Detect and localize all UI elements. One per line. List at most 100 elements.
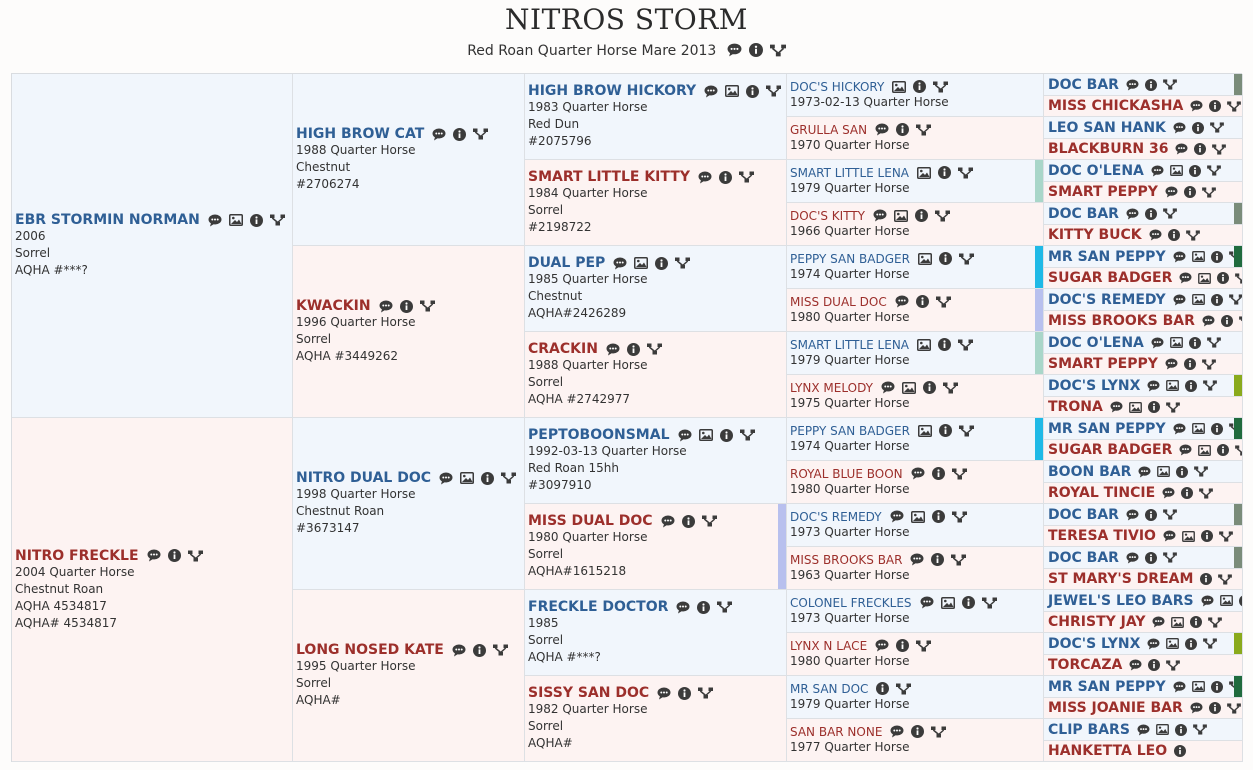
comment-icon[interactable]: [873, 209, 887, 222]
comment-icon[interactable]: [1173, 422, 1186, 435]
photo-icon[interactable]: [1169, 337, 1183, 348]
info-icon[interactable]: [681, 514, 695, 528]
pedigree-icon[interactable]: [1210, 122, 1224, 133]
photo-icon[interactable]: [1198, 444, 1212, 456]
comment-icon[interactable]: [895, 295, 909, 308]
info-icon[interactable]: [746, 84, 760, 98]
horse-name-link[interactable]: FRECKLE DOCTOR: [528, 599, 668, 615]
pedigree-icon[interactable]: [738, 171, 754, 183]
comment-icon[interactable]: [439, 472, 453, 485]
info-icon[interactable]: [938, 252, 952, 265]
comment-icon[interactable]: [890, 725, 904, 738]
photo-icon[interactable]: [917, 424, 932, 437]
horse-name-link[interactable]: ROYAL BLUE BOON: [790, 467, 903, 481]
horse-name-link[interactable]: DOC'S HICKORY: [790, 80, 884, 94]
info-icon[interactable]: [1209, 100, 1222, 112]
pedigree-icon[interactable]: [1166, 659, 1181, 671]
pedigree-icon[interactable]: [981, 597, 997, 609]
photo-icon[interactable]: [917, 338, 931, 351]
pedigree-icon[interactable]: [951, 468, 967, 480]
comment-icon[interactable]: [1179, 444, 1192, 456]
photo-icon[interactable]: [228, 214, 243, 226]
comment-icon[interactable]: [920, 596, 934, 609]
horse-name-link[interactable]: PEPPY SAN BADGER: [790, 424, 910, 438]
comment-icon[interactable]: [678, 429, 692, 442]
horse-name-link[interactable]: SUGAR BADGER: [1048, 442, 1172, 458]
horse-name-link[interactable]: MR SAN PEPPY: [1048, 421, 1166, 437]
photo-icon[interactable]: [1198, 272, 1212, 284]
info-icon[interactable]: [931, 553, 945, 566]
horse-name-link[interactable]: SMART LITTLE LENA: [790, 338, 909, 352]
comment-icon[interactable]: [727, 43, 742, 57]
horse-name-link[interactable]: LEO SAN HANK: [1048, 120, 1166, 136]
comment-icon[interactable]: [881, 381, 895, 394]
info-icon[interactable]: [1144, 508, 1157, 521]
photo-icon[interactable]: [910, 510, 925, 523]
info-icon[interactable]: [1147, 401, 1160, 413]
info-icon[interactable]: [1176, 465, 1189, 478]
pedigree-icon[interactable]: [1185, 229, 1200, 241]
pedigree-icon[interactable]: [1163, 552, 1177, 563]
info-icon[interactable]: [481, 471, 495, 485]
info-icon[interactable]: [249, 213, 263, 227]
horse-name-link[interactable]: HIGH BROW HICKORY: [528, 83, 696, 99]
pedigree-icon[interactable]: [1202, 358, 1216, 370]
horse-name-link[interactable]: DOC'S REMEDY: [1048, 292, 1166, 308]
info-icon[interactable]: [399, 299, 413, 313]
photo-icon[interactable]: [1191, 251, 1205, 262]
info-icon[interactable]: [1188, 164, 1201, 177]
photo-icon[interactable]: [725, 85, 740, 97]
pedigree-icon[interactable]: [896, 683, 912, 695]
horse-name-link[interactable]: HANKETTA LEO: [1048, 743, 1167, 759]
info-icon[interactable]: [718, 170, 732, 184]
horse-name-link[interactable]: DOC BAR: [1048, 77, 1119, 93]
info-icon[interactable]: [1174, 745, 1187, 757]
horse-name-link[interactable]: ROYAL TINCIE: [1048, 485, 1155, 501]
pedigree-icon[interactable]: [1193, 724, 1207, 735]
pedigree-icon[interactable]: [1202, 186, 1216, 198]
pedigree-icon[interactable]: [1194, 466, 1209, 477]
info-icon[interactable]: [453, 127, 467, 141]
pedigree-icon[interactable]: [492, 644, 508, 656]
pedigree-icon[interactable]: [1219, 530, 1233, 542]
pedigree-icon[interactable]: [739, 429, 755, 441]
photo-icon[interactable]: [940, 596, 955, 609]
comment-icon[interactable]: [911, 467, 925, 480]
comment-icon[interactable]: [1126, 207, 1139, 220]
horse-name-link[interactable]: CHRISTY JAY: [1048, 614, 1145, 630]
info-icon[interactable]: [1210, 680, 1223, 693]
horse-name-link[interactable]: SMART PEPPY: [1048, 356, 1158, 372]
horse-name-link[interactable]: MR SAN PEPPY: [1048, 679, 1166, 695]
horse-name-link[interactable]: DOC'S REMEDY: [790, 510, 882, 524]
horse-name-link[interactable]: MR SAN PEPPY: [1048, 249, 1166, 265]
horse-name-link[interactable]: DOC BAR: [1048, 550, 1119, 566]
photo-icon[interactable]: [1156, 724, 1169, 735]
info-icon[interactable]: [1183, 358, 1196, 370]
horse-name-link[interactable]: NITRO DUAL DOC: [296, 470, 431, 486]
horse-name-link[interactable]: SMART LITTLE LENA: [790, 166, 909, 180]
comment-icon[interactable]: [147, 549, 161, 562]
horse-name-link[interactable]: PEPPY SAN BADGER: [790, 252, 910, 266]
pedigree-icon[interactable]: [1163, 208, 1177, 219]
photo-icon[interactable]: [1191, 423, 1205, 434]
info-icon[interactable]: [1185, 379, 1198, 392]
info-icon[interactable]: [1191, 121, 1204, 134]
info-icon[interactable]: [931, 467, 945, 480]
info-icon[interactable]: [1144, 78, 1157, 91]
horse-name-link[interactable]: PEPTOBOONSMAL: [528, 427, 670, 443]
comment-icon[interactable]: [1190, 702, 1203, 714]
photo-icon[interactable]: [917, 252, 932, 265]
info-icon[interactable]: [1210, 250, 1223, 263]
horse-name-link[interactable]: DOC O'LENA: [1048, 163, 1144, 179]
comment-icon[interactable]: [1147, 637, 1160, 650]
pedigree-icon[interactable]: [698, 687, 714, 699]
info-icon[interactable]: [961, 596, 975, 609]
comment-icon[interactable]: [676, 601, 690, 614]
pedigree-icon[interactable]: [1199, 487, 1214, 499]
comment-icon[interactable]: [1126, 508, 1139, 521]
horse-name-link[interactable]: MR SAN DOC: [790, 682, 868, 696]
info-icon[interactable]: [1188, 336, 1201, 349]
info-icon[interactable]: [938, 166, 951, 179]
horse-name-link[interactable]: BLACKBURN 36: [1048, 141, 1168, 157]
pedigree-icon[interactable]: [1207, 337, 1221, 348]
